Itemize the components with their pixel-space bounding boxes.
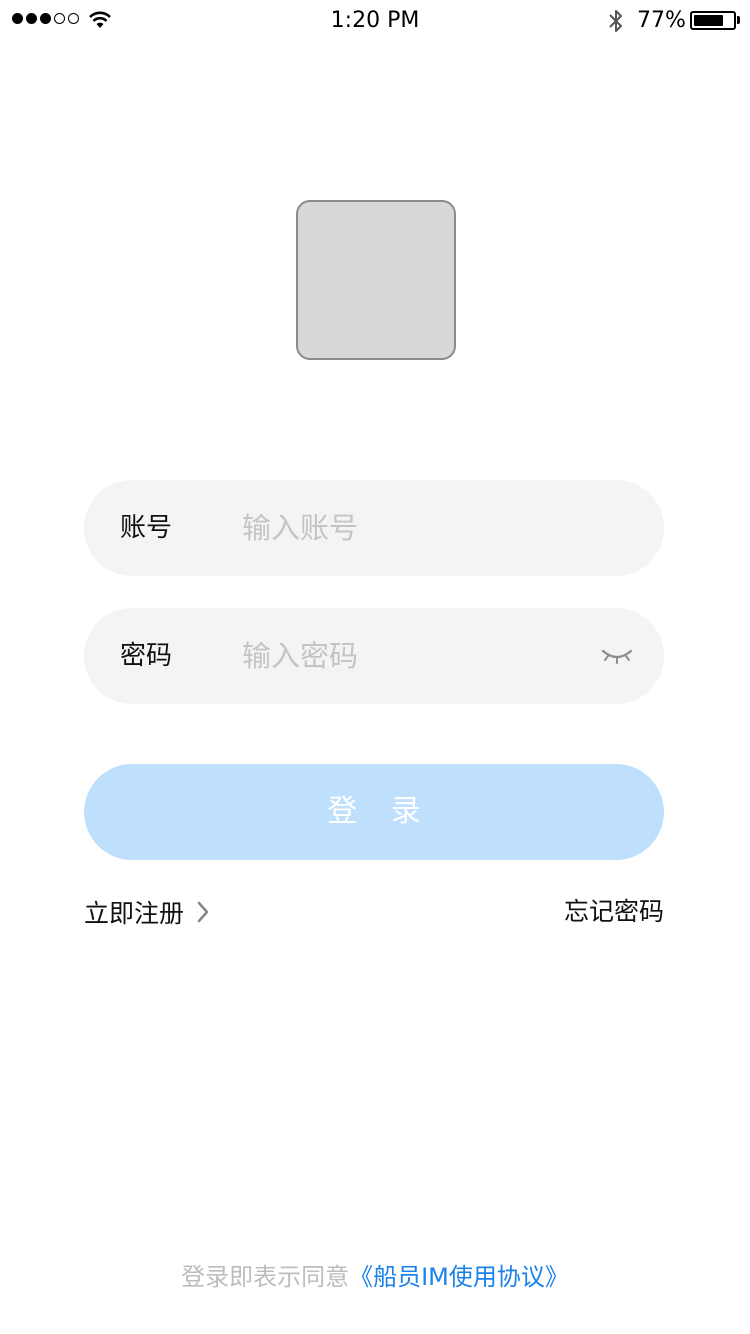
bluetooth-icon bbox=[609, 10, 622, 32]
account-input[interactable] bbox=[242, 504, 602, 552]
login-button[interactable]: 登 录 bbox=[84, 764, 664, 860]
login-screen: 1:20 PM 77% 账号 密码 登 录 立即注册 忘记密码 bbox=[0, 0, 750, 1334]
account-label: 账号 bbox=[120, 513, 173, 543]
forgot-password-link[interactable]: 忘记密码 bbox=[564, 894, 664, 930]
agreement-prefix: 登录即表示同意 bbox=[181, 1263, 350, 1291]
password-input[interactable] bbox=[242, 632, 602, 680]
status-bar: 1:20 PM 77% bbox=[0, 0, 750, 40]
agreement-notice: 登录即表示同意《船员IM使用协议》 bbox=[0, 1260, 750, 1294]
password-label: 密码 bbox=[120, 641, 173, 671]
battery-level bbox=[694, 15, 723, 26]
battery-percent: 77% bbox=[637, 8, 686, 33]
eye-closed-icon[interactable] bbox=[600, 644, 634, 666]
register-label: 立即注册 bbox=[84, 899, 185, 928]
account-field[interactable]: 账号 bbox=[84, 480, 664, 576]
register-link[interactable]: 立即注册 bbox=[84, 894, 210, 930]
chevron-right-icon bbox=[197, 901, 209, 923]
battery-tip bbox=[737, 16, 740, 24]
battery-icon bbox=[690, 11, 736, 30]
agreement-link[interactable]: 《船员IM使用协议》 bbox=[349, 1263, 569, 1291]
password-field[interactable]: 密码 bbox=[84, 608, 664, 704]
app-logo bbox=[296, 200, 456, 360]
